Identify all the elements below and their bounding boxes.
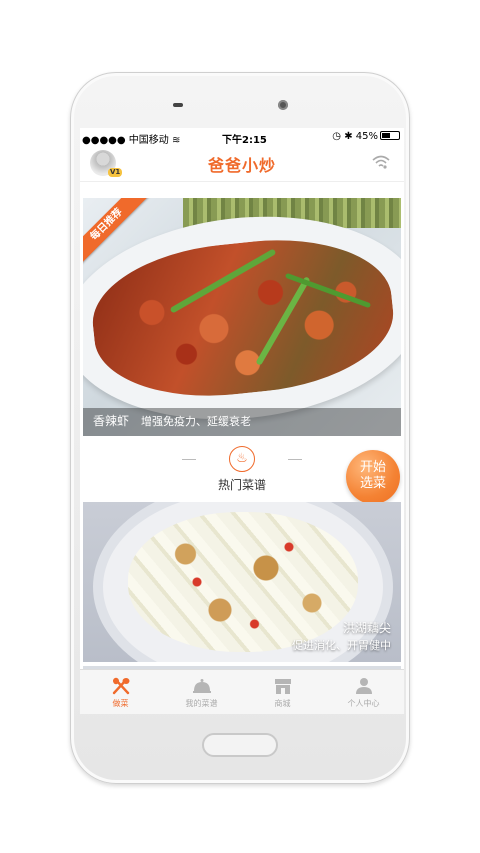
start-choose-dish-button[interactable]: 开始 选菜 xyxy=(346,450,400,504)
shop-glyph xyxy=(274,679,291,694)
featured-dish-description: 增强免疫力、延缓衰老 xyxy=(141,415,251,428)
tab-label: 做菜 xyxy=(112,699,129,708)
app-title: 爸爸小炒 xyxy=(207,156,276,175)
bluetooth-icon: ✱ xyxy=(344,131,353,142)
tab-label: 我的菜谱 xyxy=(185,699,218,708)
tab-shop[interactable]: 商城 xyxy=(242,670,323,714)
recipe-dish-image xyxy=(128,512,358,652)
divider-left xyxy=(182,459,196,460)
cloche-glyph xyxy=(192,679,211,693)
carrier-label: ●●●●● 中国移动 xyxy=(82,135,169,146)
alarm-icon: ◷ xyxy=(332,131,341,142)
shop-icon xyxy=(272,677,294,695)
recipe-card[interactable]: 洪湖藕尖 促进消化、开胃健中 xyxy=(83,502,401,662)
cooking-tools-glyph xyxy=(112,677,129,695)
app-screen: ●●●●● 中国移动 ≋ 下午2:15 ◷ ✱ 45% V1 爸爸小炒 香辣虾 … xyxy=(80,128,404,714)
cooking-tools-icon xyxy=(110,677,132,695)
phone-speaker xyxy=(173,103,183,107)
tab-label: 个人中心 xyxy=(347,699,380,708)
tab-my-recipes[interactable]: 我的菜谱 xyxy=(161,670,242,714)
wifi-connect-icon[interactable] xyxy=(372,155,390,171)
featured-dish-card[interactable]: 香辣虾 增强免疫力、延缓衰老 每日推荐 xyxy=(83,198,401,436)
person-icon xyxy=(353,677,375,695)
cloche-icon xyxy=(191,677,213,695)
phone-camera xyxy=(278,100,288,110)
status-time: 下午2:15 xyxy=(222,135,267,146)
app-bar: V1 爸爸小炒 xyxy=(80,146,404,182)
person-glyph xyxy=(355,678,372,694)
wifi-status-icon: ≋ xyxy=(172,135,181,146)
status-bar: ●●●●● 中国移动 ≋ 下午2:15 ◷ ✱ 45% xyxy=(80,128,404,146)
start-button-line-2: 选菜 xyxy=(359,476,386,491)
tab-label: 商城 xyxy=(274,699,291,708)
tab-profile[interactable]: 个人中心 xyxy=(323,670,404,714)
carrier-signal: ●●●●● 中国移动 ≋ xyxy=(82,131,180,146)
chef-hat-icon: ♨ xyxy=(229,446,255,472)
tab-cooking[interactable]: 做菜 xyxy=(80,670,161,714)
bottom-tab-bar: 做菜 我的菜谱 商城 个人中心 xyxy=(80,669,404,714)
start-button-line-1: 开始 xyxy=(359,460,386,475)
home-button[interactable] xyxy=(202,733,278,757)
recipe-name: 洪湖藕尖 xyxy=(342,621,391,635)
wifi-connect-glyph xyxy=(372,155,390,169)
recipe-description: 促进消化、开胃健中 xyxy=(292,639,391,652)
battery-percent: 45% xyxy=(355,131,378,142)
status-right: ◷ ✱ 45% xyxy=(332,131,400,142)
battery-icon xyxy=(380,131,400,140)
featured-dish-name: 香辣虾 xyxy=(93,414,130,428)
divider-right xyxy=(288,459,302,460)
